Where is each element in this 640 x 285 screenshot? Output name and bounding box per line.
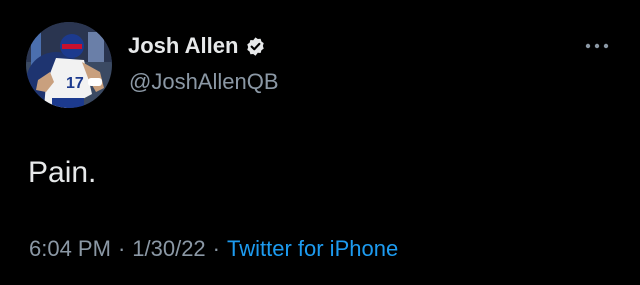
meta-separator: · bbox=[212, 236, 220, 261]
player-photo-avatar-icon: 17 bbox=[26, 22, 112, 108]
tweet-source-link[interactable]: Twitter for iPhone bbox=[227, 236, 398, 261]
verified-badge-icon bbox=[247, 36, 265, 56]
svg-text:17: 17 bbox=[66, 75, 84, 92]
tweet-date[interactable]: 1/30/22 bbox=[132, 236, 205, 261]
tweet-meta: 6:04 PM · 1/30/22 · Twitter for iPhone bbox=[29, 236, 398, 262]
author-name[interactable]: Josh Allen bbox=[128, 33, 266, 59]
author-name-text[interactable]: Josh Allen bbox=[128, 33, 238, 59]
author-handle[interactable]: @JoshAllenQB bbox=[129, 69, 279, 95]
meta-separator: · bbox=[117, 236, 126, 261]
tweet-time[interactable]: 6:04 PM bbox=[29, 236, 111, 261]
tweet-text: Pain. bbox=[28, 156, 97, 189]
more-horizontal-icon[interactable] bbox=[584, 39, 610, 53]
tweet-card: 17 Josh Allen @JoshAllenQB Pain. 6:04 PM… bbox=[0, 0, 640, 285]
avatar[interactable]: 17 bbox=[26, 22, 112, 108]
